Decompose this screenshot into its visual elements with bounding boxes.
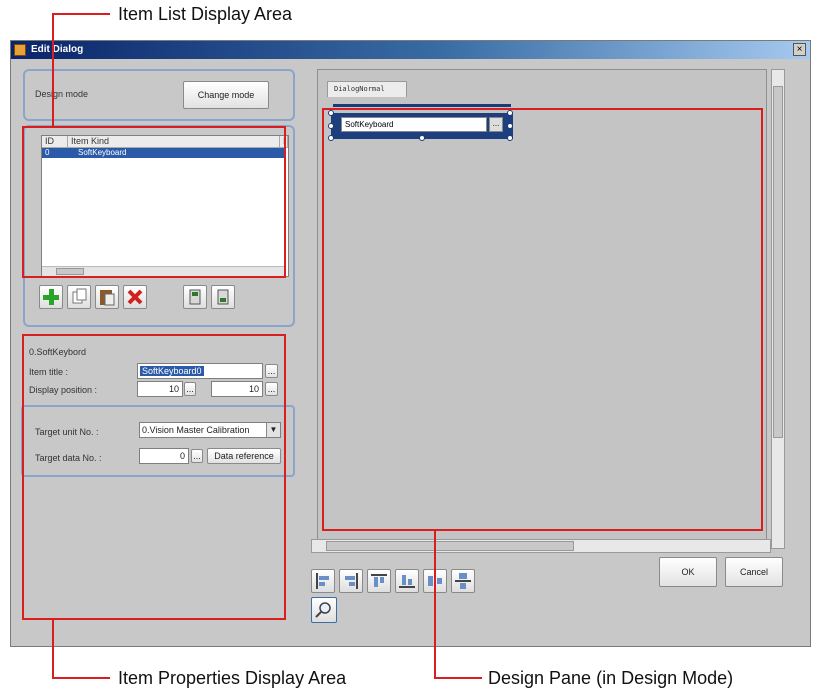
design-pane-highlight-box [322, 108, 763, 531]
center-vertical-button[interactable] [451, 569, 475, 593]
callout-item-list-label: Item List Display Area [118, 4, 293, 24]
vertical-scroll-thumb[interactable] [773, 86, 783, 438]
align-left-icon [316, 573, 329, 589]
paste-item-button[interactable] [95, 285, 119, 309]
design-horizontal-scrollbar[interactable] [311, 539, 771, 553]
add-icon [43, 289, 59, 305]
design-mode-label: Design mode [35, 89, 89, 99]
add-item-button[interactable] [39, 285, 63, 309]
cancel-button[interactable]: Cancel [725, 557, 783, 587]
design-mode-panel: Design mode Change mode [23, 69, 295, 121]
paste-icon [100, 290, 115, 306]
callout-line [52, 620, 54, 678]
align-left-button[interactable] [311, 569, 335, 593]
item-list-highlight-box [22, 126, 286, 278]
copy-item-button[interactable] [67, 285, 91, 309]
align-bottom-button[interactable] [395, 569, 419, 593]
callout-line [52, 677, 110, 679]
center-vertical-icon [455, 573, 471, 589]
callout-line [52, 13, 54, 126]
widget-top-edge [333, 104, 511, 107]
tab-dialog-normal[interactable]: DialogNormal [327, 81, 407, 97]
move-down-button[interactable] [211, 285, 235, 309]
change-mode-button[interactable]: Change mode [183, 81, 269, 109]
close-button[interactable]: × [793, 43, 806, 56]
dialog-app-icon [14, 44, 26, 56]
align-bottom-icon [399, 575, 415, 588]
delete-icon [127, 289, 143, 305]
align-right-button[interactable] [339, 569, 363, 593]
callout-line [434, 531, 436, 678]
callout-item-properties-label: Item Properties Display Area [118, 668, 347, 688]
design-vertical-scrollbar[interactable] [771, 69, 785, 549]
title-bar: Edit Dialog × [11, 41, 810, 59]
delete-item-button[interactable] [123, 285, 147, 309]
move-up-icon [189, 289, 201, 305]
zoom-icon [315, 602, 331, 618]
move-up-button[interactable] [183, 285, 207, 309]
callout-line [434, 677, 482, 679]
move-down-icon [217, 289, 229, 305]
callout-line [52, 13, 110, 15]
align-top-button[interactable] [367, 569, 391, 593]
callout-design-pane-label: Design Pane (in Design Mode) [488, 668, 734, 688]
align-top-icon [371, 574, 387, 587]
window-title: Edit Dialog [31, 44, 84, 55]
copy-icon [72, 288, 87, 304]
align-right-icon [345, 573, 358, 589]
zoom-button[interactable] [311, 597, 337, 623]
ok-button[interactable]: OK [659, 557, 717, 587]
horizontal-scroll-thumb[interactable] [326, 541, 574, 551]
item-properties-highlight-box [22, 334, 286, 620]
